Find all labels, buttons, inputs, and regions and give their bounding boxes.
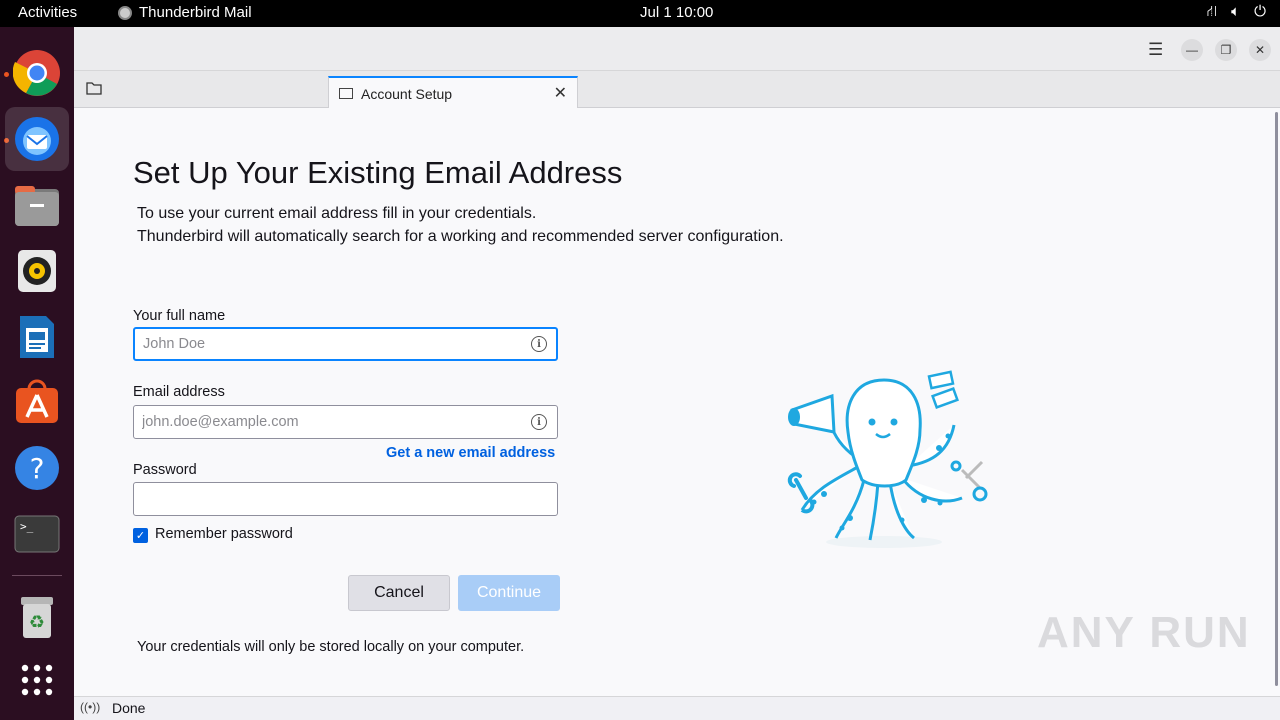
system-tray[interactable]: ⛙ 🔈︎ ⏻ (1207, 3, 1266, 22)
volume-icon: 🔈︎ (1231, 3, 1241, 20)
status-text: Done (112, 700, 146, 716)
thunderbird-window: ☰ — ❐ ✕ Account Setup ✕ Set Up Your Exis… (74, 27, 1280, 720)
remember-password-label[interactable]: Remember password (155, 526, 293, 542)
app-center-icon[interactable] (12, 377, 62, 427)
cancel-button[interactable]: Cancel (348, 575, 450, 611)
intro-text-1: To use your current email address fill i… (137, 205, 537, 222)
svg-text:♻: ♻ (29, 612, 45, 633)
tab-label: Account Setup (361, 85, 453, 102)
thunderbird-icon[interactable] (5, 107, 69, 171)
info-icon[interactable]: i (531, 336, 547, 352)
show-apps-icon[interactable] (12, 655, 62, 705)
get-new-email-link[interactable]: Get a new email address (386, 445, 555, 461)
network-icon: ⛙ (1206, 3, 1218, 20)
password-label: Password (133, 462, 197, 478)
credentials-note: Your credentials will only be stored loc… (137, 639, 525, 655)
full-name-label: Your full name (133, 308, 226, 324)
envelope-icon (339, 88, 353, 99)
online-status-icon[interactable]: ((•)) (80, 700, 100, 714)
help-icon[interactable]: ? (12, 443, 62, 493)
info-icon[interactable]: i (531, 414, 547, 430)
svg-text:?: ? (30, 452, 45, 485)
thunderbird-small-icon (118, 5, 132, 20)
scrollbar[interactable] (1275, 112, 1278, 686)
title-bar[interactable]: ☰ — ❐ ✕ (74, 27, 1280, 71)
full-name-input[interactable] (133, 327, 558, 361)
rhythmbox-icon[interactable] (12, 246, 62, 296)
folder-tab-icon[interactable] (86, 81, 102, 95)
page-title: Set Up Your Existing Email Address (133, 155, 623, 190)
activities-button[interactable]: Activities (18, 4, 77, 21)
menu-icon[interactable]: ☰ (1148, 40, 1163, 60)
dock: ? >_ ♻ (0, 27, 74, 720)
top-bar: Activities Thunderbird Mail Jul 1 10:00 … (0, 0, 1280, 27)
files-icon[interactable] (12, 181, 62, 231)
remember-password-checkbox[interactable]: ✓ (133, 528, 148, 543)
intro-text-2: Thunderbird will automatically search fo… (137, 228, 784, 245)
trash-icon[interactable]: ♻ (12, 592, 62, 642)
dock-separator (12, 575, 62, 576)
close-window-button[interactable]: ✕ (1249, 39, 1271, 61)
octopus-mascot-illustration (787, 370, 988, 548)
tab-strip: Account Setup ✕ (74, 71, 1280, 109)
email-input[interactable] (133, 405, 558, 439)
status-bar: ((•)) Done (74, 696, 1280, 720)
clock[interactable]: Jul 1 10:00 (640, 4, 713, 21)
continue-button[interactable]: Continue (458, 575, 560, 611)
chrome-icon[interactable] (12, 48, 62, 98)
close-tab-icon[interactable]: ✕ (554, 83, 567, 103)
minimize-button[interactable]: — (1181, 39, 1203, 61)
power-icon: ⏻ (1254, 3, 1266, 20)
app-menu[interactable]: Thunderbird Mail (118, 4, 252, 21)
app-name: Thunderbird Mail (139, 4, 252, 21)
svg-text:>_: >_ (20, 520, 34, 533)
libreoffice-writer-icon[interactable] (12, 312, 62, 362)
anyrun-watermark: ANY RUN (1037, 608, 1251, 657)
maximize-button[interactable]: ❐ (1215, 39, 1237, 61)
tab-account-setup[interactable]: Account Setup ✕ (328, 76, 578, 109)
email-label: Email address (133, 384, 225, 400)
terminal-icon[interactable]: >_ (12, 509, 62, 559)
password-input[interactable] (133, 482, 558, 516)
account-setup-content: Set Up Your Existing Email Address To us… (74, 108, 1280, 696)
running-indicator (4, 72, 9, 77)
